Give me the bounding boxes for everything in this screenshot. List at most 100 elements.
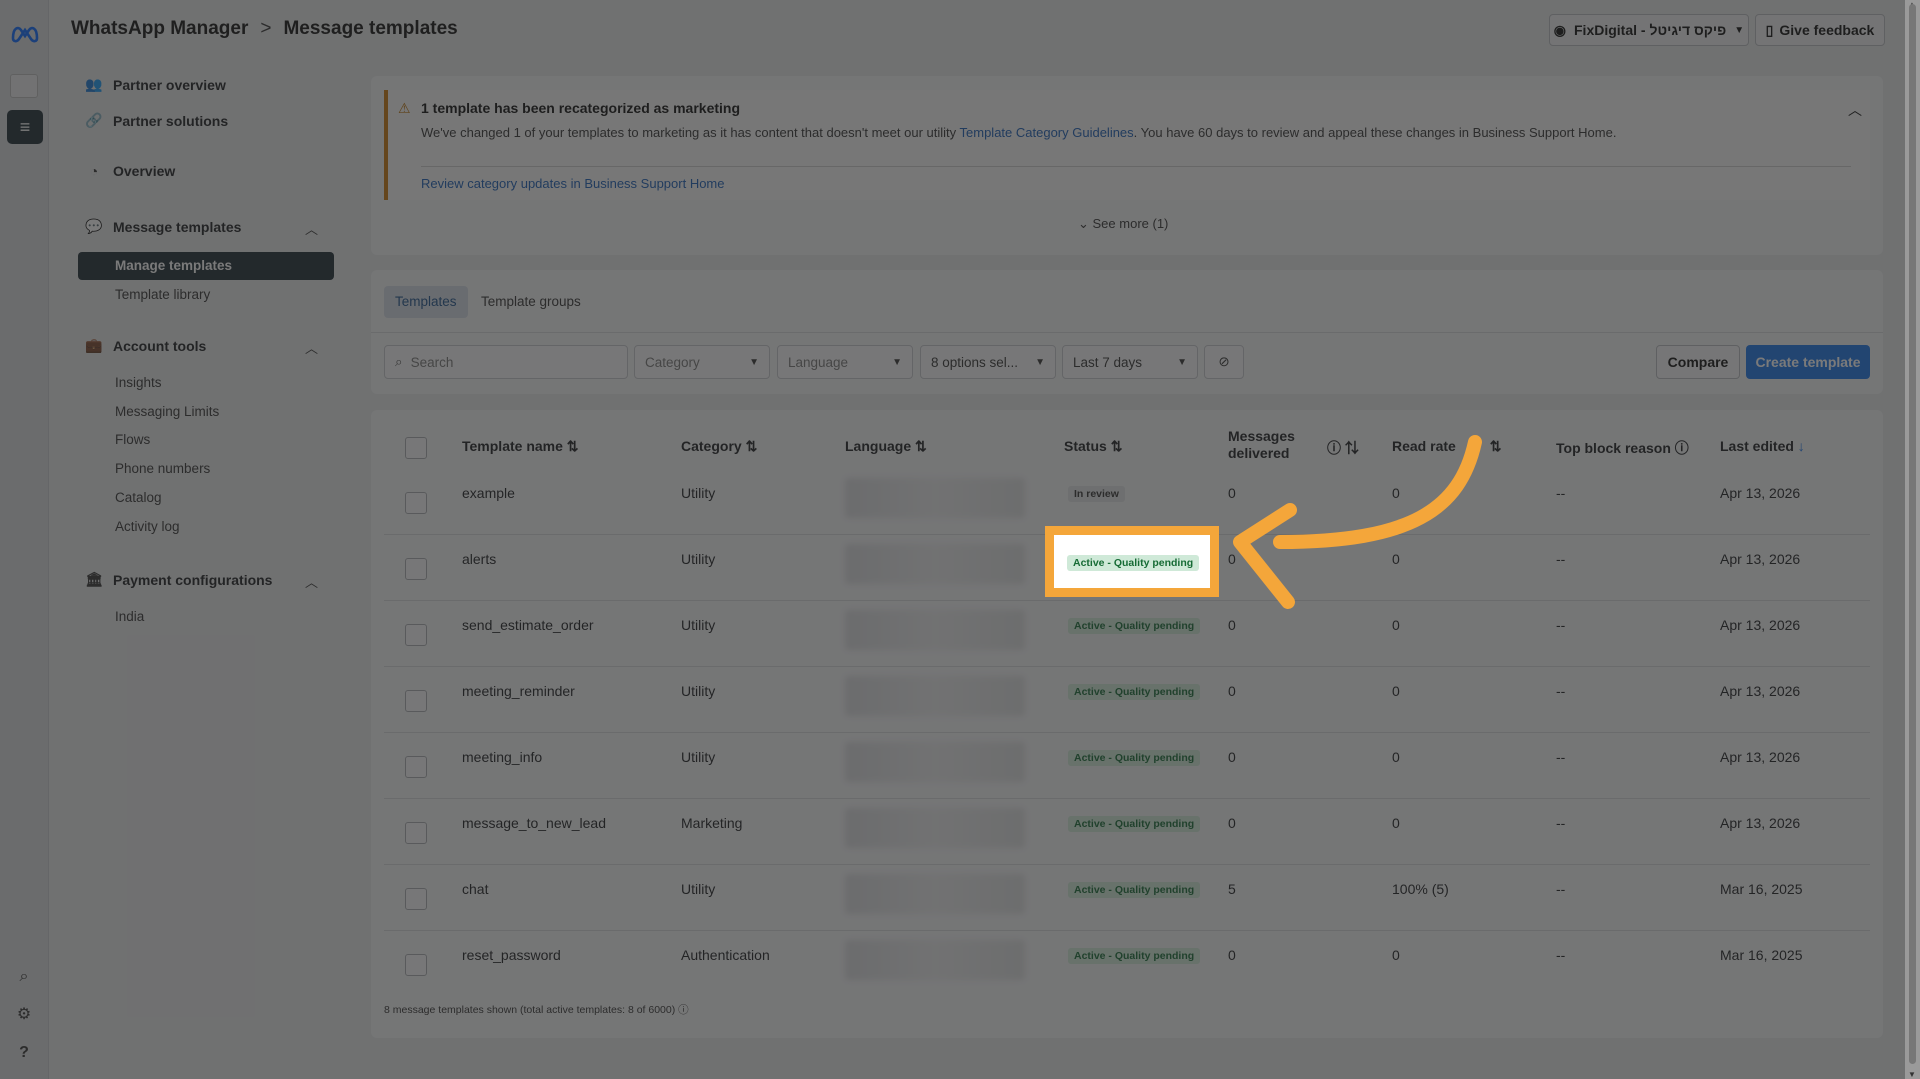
template-category: Marketing (681, 815, 743, 831)
tab-templates[interactable]: Templates (384, 286, 468, 318)
briefcase-icon: 💼 (85, 337, 103, 353)
see-more-button[interactable]: ⌄ See more (1) (1078, 216, 1168, 232)
sort-down-icon: ↓ (1797, 438, 1805, 454)
top-block-reason: -- (1556, 815, 1566, 831)
sidebar-item-phone-numbers[interactable]: Phone numbers (115, 461, 210, 476)
sort-icon: ⇅ (915, 438, 927, 454)
sidebar-item-flows[interactable]: Flows (115, 432, 150, 447)
scroll-down-icon[interactable]: ▼ (1908, 1070, 1916, 1079)
tab-template-groups[interactable]: Template groups (470, 286, 592, 318)
column-header-name[interactable]: Template name ⇅ (462, 438, 579, 455)
sidebar-item-manage-templates[interactable]: Manage templates (78, 252, 334, 280)
sidebar-item-template-library[interactable]: Template library (115, 287, 210, 302)
search-input[interactable]: ⌕ Search (384, 345, 628, 379)
scrollbar-thumb[interactable] (1909, 4, 1916, 1064)
meta-logo-icon[interactable] (9, 18, 41, 48)
read-rate: 0 (1392, 947, 1400, 963)
breadcrumb: WhatsApp Manager > Message templates (71, 18, 458, 40)
row-checkbox[interactable] (405, 624, 427, 646)
template-name[interactable]: example (462, 485, 515, 501)
page-scrollbar[interactable]: ▲ ▼ (1905, 0, 1920, 1079)
column-header-language[interactable]: Language ⇅ (845, 438, 927, 455)
language-filter[interactable]: Language ▼ (777, 345, 913, 379)
row-checkbox[interactable] (405, 954, 427, 976)
template-name[interactable]: alerts (462, 551, 496, 567)
templates-toolbar: Templates Template groups ⌕ Search Categ… (371, 270, 1883, 394)
highlight-box: Active - Quality pending (1045, 526, 1219, 597)
row-checkbox[interactable] (405, 888, 427, 910)
breadcrumb-app[interactable]: WhatsApp Manager (71, 18, 248, 40)
row-checkbox[interactable] (405, 558, 427, 580)
row-checkbox[interactable] (405, 492, 427, 514)
column-header-category[interactable]: Category ⇅ (681, 438, 757, 455)
create-template-button[interactable]: Create template (1746, 345, 1870, 379)
category-filter[interactable]: Category ▼ (634, 345, 770, 379)
table-footer-text: 8 message templates shown (total active … (384, 1004, 676, 1016)
sidebar-item-insights[interactable]: Insights (115, 375, 162, 390)
link-icon: 🔗 (85, 112, 103, 128)
row-checkbox[interactable] (405, 690, 427, 712)
status-filter[interactable]: 8 options sel... ▼ (920, 345, 1056, 379)
row-divider (384, 600, 1870, 601)
read-rate: 0 (1392, 683, 1400, 699)
template-name[interactable]: message_to_new_lead (462, 815, 606, 831)
template-name[interactable]: send_estimate_order (462, 617, 594, 633)
sidebar-item-messaging-limits[interactable]: Messaging Limits (115, 404, 219, 419)
alert-box: ⚠ 1 template has been recategorized as m… (384, 90, 1870, 200)
page-title: Message templates (283, 18, 458, 39)
sidebar: 👥 Partner overview 🔗 Partner solutions ◔ Ov… (49, 62, 349, 1079)
sidebar-item-activity-log[interactable]: Activity log (115, 519, 180, 534)
business-icon[interactable] (10, 74, 38, 98)
sidebar-item-account-tools[interactable]: 💼 Account tools (85, 337, 206, 354)
template-name[interactable]: meeting_info (462, 749, 542, 765)
status-badge: Active - Quality pending (1067, 555, 1200, 571)
category-guidelines-link[interactable]: Template Category Guidelines (960, 125, 1134, 140)
sidebar-item-overview[interactable]: ◔ Overview (85, 163, 176, 179)
gear-icon[interactable]: ⚙ (13, 1004, 35, 1026)
menu-icon[interactable]: ≡ (7, 110, 43, 144)
language-blurred (845, 742, 1025, 782)
sidebar-item-catalog[interactable]: Catalog (115, 490, 162, 505)
chevron-up-icon[interactable]: ︿ (305, 338, 318, 357)
caret-down-icon: ▼ (1734, 24, 1745, 36)
sidebar-item-payment-configurations[interactable]: 🏛 Payment configurations (85, 571, 272, 588)
gauge-icon: ◔ (89, 163, 99, 179)
clear-filters-icon[interactable]: ⊘ (1204, 345, 1244, 379)
language-blurred (845, 610, 1025, 650)
caret-down-icon: ▼ (749, 356, 759, 368)
column-header-last-edited[interactable]: Last edited ↓ (1720, 438, 1805, 454)
search-icon[interactable]: ⌕ (13, 968, 35, 990)
sidebar-item-message-templates[interactable]: 💬 Message templates (85, 218, 241, 235)
status-badge: Active - Quality pending (1068, 816, 1201, 832)
sidebar-item-india[interactable]: India (115, 609, 144, 624)
column-header-label: Category (681, 438, 742, 454)
date-range-filter[interactable]: Last 7 days ▼ (1062, 345, 1198, 379)
templates-table: Template name ⇅ Category ⇅ Language ⇅ St… (371, 410, 1883, 1038)
column-header-block-reason[interactable]: Top block reason ⓘ (1556, 438, 1689, 458)
sort-icon: ⇅ (745, 438, 758, 454)
template-name[interactable]: chat (462, 881, 488, 897)
sidebar-item-partner-solutions[interactable]: 🔗 Partner solutions (85, 112, 228, 129)
review-category-link[interactable]: Review category updates in Business Supp… (421, 176, 725, 191)
select-all-checkbox[interactable] (405, 437, 427, 459)
account-label: FixDigital - פיקס דיגיטל (1574, 22, 1727, 38)
alert-body: We've changed 1 of your templates to mar… (421, 125, 1841, 140)
template-name[interactable]: meeting_reminder (462, 683, 575, 699)
account-selector[interactable]: ◉ FixDigital - פיקס דיגיטל ▼ (1549, 14, 1749, 46)
chevron-up-icon[interactable]: ︿ (305, 219, 318, 238)
give-feedback-button[interactable]: ▯ Give feedback (1755, 14, 1885, 46)
template-category: Utility (681, 485, 716, 501)
column-header-status[interactable]: Status ⇅ (1064, 438, 1122, 455)
table-footer-note: 8 message templates shown (total active … (384, 1002, 689, 1017)
chevron-up-icon[interactable]: ︿ (1848, 100, 1862, 120)
compare-button[interactable]: Compare (1656, 345, 1740, 379)
column-header-label: Template name (462, 438, 563, 454)
sidebar-item-partner-overview[interactable]: 👥 Partner overview (85, 76, 226, 93)
help-icon[interactable]: ? (13, 1044, 35, 1066)
template-name[interactable]: reset_password (462, 947, 561, 963)
messages-delivered: 0 (1228, 947, 1236, 963)
row-checkbox[interactable] (405, 756, 427, 778)
row-divider (384, 864, 1870, 865)
chevron-up-icon[interactable]: ︿ (305, 572, 318, 591)
row-checkbox[interactable] (405, 822, 427, 844)
